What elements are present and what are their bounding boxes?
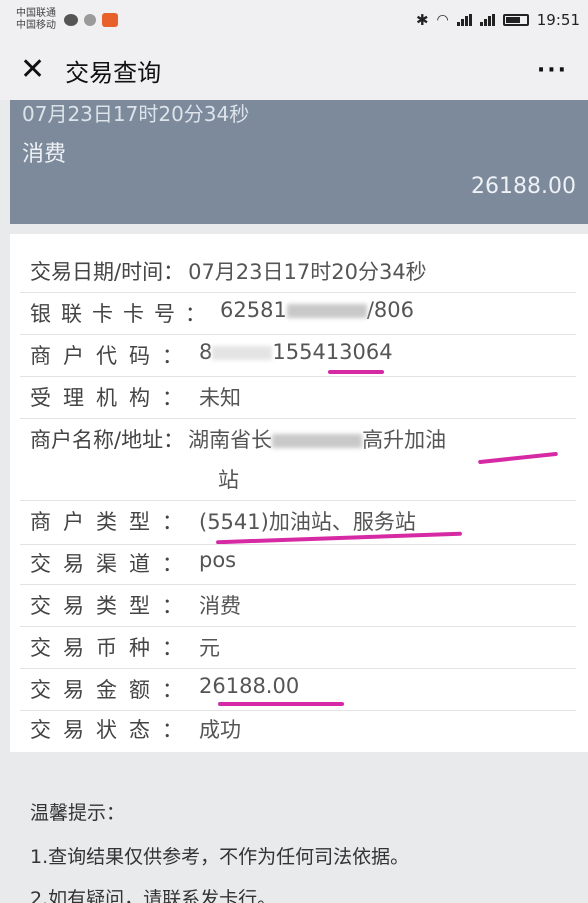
detail-label: 交易类型：: [30, 594, 195, 618]
redacted-block: [286, 304, 367, 318]
tip-item: 1.查询结果仅供参考，不作为任何司法依据。: [30, 846, 410, 868]
detail-label: 银联卡卡号：: [30, 302, 216, 326]
detail-row-merchant-name: 商户名称/地址： 湖南省长 高升加油: [30, 424, 580, 454]
merchant-code-end: 155413064: [272, 340, 393, 364]
detail-row-amount: 交易金额： 26188.00: [30, 674, 580, 704]
detail-value: 成功: [199, 718, 241, 742]
detail-label: 受理机构：: [30, 386, 195, 410]
summary-type: 消费: [22, 142, 67, 167]
detail-value: 07月23日17时20分34秒: [188, 260, 427, 284]
card-number-start: 62581: [220, 298, 287, 322]
detail-row-card-number: 银联卡卡号： 62581/806: [30, 298, 580, 328]
detail-value: (5541)加油站、服务站: [199, 510, 416, 534]
merchant-name-start: 湖南省长: [188, 428, 273, 452]
divider: [20, 500, 576, 501]
bluetooth-icon: ✱: [415, 11, 429, 29]
detail-value: 站: [218, 468, 239, 492]
summary-amount: 26188.00: [471, 174, 576, 199]
more-icon[interactable]: ···: [537, 58, 568, 83]
divider: [20, 668, 576, 669]
close-icon[interactable]: ✕: [20, 55, 45, 85]
page-title: 交易查询: [65, 58, 162, 87]
divider: [20, 544, 576, 545]
detail-label: 交易日期/时间：: [30, 260, 185, 284]
detail-label: 交易状态：: [30, 718, 195, 742]
divider: [20, 418, 576, 419]
divider: [20, 626, 576, 627]
tips-section: 温馨提示： 1.查询结果仅供参考，不作为任何司法依据。 2.如有疑问，请联系发卡…: [10, 768, 588, 903]
highlight-mark: [218, 702, 344, 706]
detail-row-merchant-type: 商户类型： (5541)加油站、服务站: [30, 506, 580, 536]
detail-row-currency: 交易币种： 元: [30, 632, 580, 662]
detail-row-status: 交易状态： 成功: [30, 714, 580, 744]
carrier-2: 中国移动: [16, 20, 56, 31]
merchant-name-end: 高升加油: [362, 428, 447, 452]
redacted-block: [212, 346, 273, 360]
detail-value: 62581/806: [220, 298, 414, 328]
transaction-summary: 07月23日17时20分34秒 消费 26188.00: [10, 100, 588, 224]
detail-value: pos: [199, 548, 237, 572]
signal-icon-2: [479, 14, 495, 26]
detail-label: 商户类型：: [30, 510, 195, 534]
tips-title: 温馨提示：: [30, 802, 126, 824]
carrier-info: 中国联通 中国移动: [16, 8, 56, 32]
summary-datetime: 07月23日17时20分34秒: [22, 102, 250, 126]
detail-label: 商户名称/地址：: [30, 428, 185, 452]
detail-row-channel: 交易渠道： pos: [30, 548, 580, 578]
notification-icons: [64, 13, 118, 27]
merchant-code-start: 8: [199, 340, 213, 364]
detail-value: 湖南省长 高升加油: [188, 424, 446, 454]
detail-row-merchant-code: 商户代码： 8 155413064: [30, 340, 580, 370]
divider: [20, 376, 576, 377]
signal-icon: [456, 14, 472, 26]
detail-label: 交易币种：: [30, 636, 195, 660]
notification-app-icon: [102, 13, 118, 27]
divider: [20, 334, 576, 335]
wechat-icon: [64, 14, 78, 26]
detail-row-trans-type: 交易类型： 消费: [30, 590, 580, 620]
detail-row-datetime: 交易日期/时间： 07月23日17时20分34秒: [30, 256, 580, 286]
detail-value: 26188.00: [199, 674, 300, 698]
detail-label: 商户代码：: [30, 344, 195, 368]
detail-value: 消费: [199, 594, 241, 618]
detail-value: 未知: [199, 386, 241, 410]
battery-icon: [502, 14, 529, 26]
tip-item: 2.如有疑问，请联系发卡行。: [30, 888, 277, 903]
detail-row-merchant-name-cont: 站: [214, 464, 554, 494]
detail-value: 8 155413064: [199, 340, 393, 370]
status-time: 19:51: [536, 11, 580, 29]
app-icon: [84, 14, 96, 26]
divider: [20, 292, 576, 293]
status-right: ✱ ◠ 19:51: [416, 11, 580, 29]
detail-label: 交易渠道：: [30, 552, 195, 576]
transaction-details: 交易日期/时间： 07月23日17时20分34秒 银联卡卡号： 62581/80…: [10, 234, 588, 752]
detail-label: 交易金额：: [30, 678, 195, 702]
divider: [20, 710, 576, 711]
detail-value: 元: [199, 636, 220, 660]
carrier-1: 中国联通: [16, 8, 56, 19]
detail-row-acquirer: 受理机构： 未知: [30, 382, 580, 412]
highlight-mark: [328, 370, 384, 374]
wifi-icon: ◠: [436, 12, 449, 28]
redacted-block: [272, 434, 363, 448]
status-bar: 中国联通 中国移动 ✱ ◠ 19:51: [0, 0, 588, 40]
nav-bar: ✕ 交易查询 ···: [0, 40, 588, 100]
card-number-end: /806: [366, 298, 414, 322]
divider: [20, 584, 576, 585]
